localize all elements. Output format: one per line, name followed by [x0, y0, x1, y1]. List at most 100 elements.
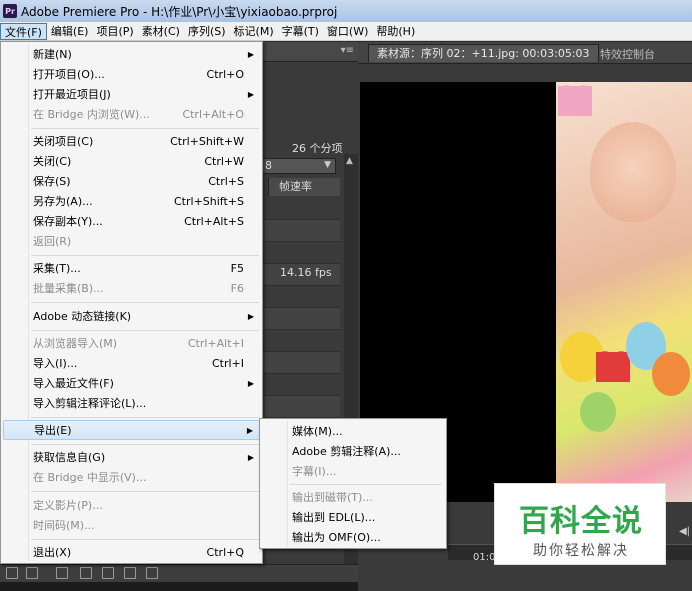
icon-view-icon[interactable] [26, 567, 38, 579]
menu-item-save-as[interactable]: 另存为(A)... Ctrl+Shift+S [3, 191, 260, 211]
menu-title[interactable]: 字幕(T) [278, 23, 323, 40]
project-panel-toolbar [0, 564, 358, 582]
menu-window[interactable]: 窗口(W) [323, 23, 372, 40]
preview-image [556, 82, 692, 502]
table-row[interactable] [262, 308, 340, 330]
menu-item-label: 另存为(A)... [33, 195, 93, 208]
menu-item-import[interactable]: 导入(I)... Ctrl+I [3, 353, 260, 373]
menu-item-label: 保存副本(Y)... [33, 215, 103, 228]
menu-separator [31, 255, 259, 256]
submenu-item-adobe-clip-notes[interactable]: Adobe 剪辑注释(A)... [262, 441, 444, 461]
menu-item-label: Adobe 动态链接(K) [33, 310, 132, 323]
menu-item-shortcut: Ctrl+Q [206, 545, 244, 559]
menu-help[interactable]: 帮助(H) [372, 23, 419, 40]
watermark-title: 百科全说 [519, 504, 643, 539]
search-icon[interactable] [80, 567, 92, 579]
menu-item-exit[interactable]: 退出(X) Ctrl+Q [3, 542, 260, 562]
menu-item-save[interactable]: 保存(S) Ctrl+S [3, 171, 260, 191]
menu-item-label: 定义影片(P)... [33, 499, 103, 512]
table-row[interactable] [262, 374, 340, 396]
submenu-arrow-icon: ▶ [247, 311, 254, 321]
new-item-icon[interactable] [124, 567, 136, 579]
menu-item-get-properties[interactable]: 获取信息自(G) ▶ [3, 447, 260, 467]
menu-separator [31, 491, 259, 492]
menu-clip[interactable]: 素材(C) [138, 23, 184, 40]
menu-item-label: 批量采集(B)... [33, 282, 104, 295]
menu-item-label: 关闭项目(C) [33, 135, 94, 148]
table-row[interactable] [262, 352, 340, 374]
trash-icon[interactable] [146, 567, 158, 579]
bin-dropdown-value: 8 [265, 159, 272, 172]
menu-item-label: 获取信息自(G) [33, 451, 106, 464]
menu-project[interactable]: 项目(P) [92, 23, 137, 40]
heart-decoration [558, 86, 592, 116]
menu-marker[interactable]: 标记(M) [230, 23, 278, 40]
menu-edit[interactable]: 编辑(E) [47, 23, 93, 40]
menu-item-capture[interactable]: 采集(T)... F5 [3, 258, 260, 278]
column-frame-rate[interactable]: 帧速率 [268, 178, 340, 196]
table-row[interactable] [262, 198, 340, 220]
menu-item-open-recent-project[interactable]: 打开最近项目(J) ▶ [3, 84, 260, 104]
automate-icon[interactable] [56, 567, 68, 579]
scroll-up-icon[interactable]: ▲ [346, 156, 353, 166]
menu-separator [31, 302, 259, 303]
menu-item-shortcut: F5 [230, 261, 244, 275]
new-bin-icon[interactable] [102, 567, 114, 579]
menu-item-open-project[interactable]: 打开项目(O)... Ctrl+O [3, 64, 260, 84]
menu-file[interactable]: 文件(F) [0, 22, 47, 40]
menu-item-label: 新建(N) [33, 48, 72, 61]
menu-item-shortcut: Ctrl+Alt+O [182, 107, 244, 121]
menu-sequence[interactable]: 序列(S) [184, 23, 230, 40]
menu-separator [31, 330, 259, 331]
menu-item-label: 导入最近文件(F) [33, 377, 114, 390]
panel-menu-icon[interactable]: ▾≡ [341, 45, 354, 56]
tab-source[interactable]: 素材源：序列 02：+11.jpg: 00:03:05:03 [368, 44, 599, 62]
menu-item-shortcut: Ctrl+O [206, 67, 244, 81]
menu-item-save-copy[interactable]: 保存副本(Y)... Ctrl+Alt+S [3, 211, 260, 231]
list-view-icon[interactable] [6, 567, 18, 579]
menu-item-revert: 返回(R) [3, 231, 260, 251]
timecode: 01:0 [473, 552, 496, 563]
menu-item-label: 返回(R) [33, 235, 72, 248]
menu-item-close-project[interactable]: 关闭项目(C) Ctrl+Shift+W [3, 131, 260, 151]
menu-item-import-recent-file[interactable]: 导入最近文件(F) ▶ [3, 373, 260, 393]
menu-item-label: 在 Bridge 内浏览(W)... [33, 108, 150, 121]
table-row[interactable] [262, 286, 340, 308]
balloon-decoration [652, 352, 690, 396]
submenu-arrow-icon: ▶ [247, 89, 254, 99]
bin-dropdown[interactable]: 8 ▼ [262, 158, 336, 174]
submenu-arrow-icon: ▶ [246, 425, 253, 435]
menu-item-label: 从浏览器导入(M) [33, 337, 118, 350]
tab-effect-controls[interactable]: 特效控制台 [600, 46, 655, 62]
menu-item-label: 导入(I)... [33, 357, 78, 370]
watermark-logo: 百科全说 助你轻松解决 [494, 483, 666, 565]
submenu-item-media[interactable]: 媒体(M)... [262, 421, 444, 441]
menu-item-label: 导入剪辑注释评论(L)... [33, 397, 147, 410]
table-row[interactable] [262, 242, 340, 264]
menu-item-close[interactable]: 关闭(C) Ctrl+W [3, 151, 260, 171]
menu-item-shortcut: Ctrl+Shift+S [174, 194, 244, 208]
menu-item-label: 采集(T)... [33, 262, 81, 275]
file-menu: 新建(N) ▶ 打开项目(O)... Ctrl+O 打开最近项目(J) ▶ 在 … [0, 41, 263, 564]
menu-item-new[interactable]: 新建(N) ▶ [3, 44, 260, 64]
export-submenu: 媒体(M)... Adobe 剪辑注释(A)... 字幕(I)... 输出到磁带… [259, 418, 447, 549]
menu-item-label: 退出(X) [33, 546, 72, 559]
menu-item-export[interactable]: 导出(E) ▶ [3, 420, 260, 440]
menu-item-shortcut: Ctrl+Alt+I [187, 336, 244, 350]
table-row[interactable] [262, 330, 340, 352]
menu-item-import-clip-notes[interactable]: 导入剪辑注释评论(L)... [3, 393, 260, 413]
submenu-item-title: 字幕(I)... [292, 465, 337, 478]
menu-item-reveal-in-bridge: 在 Bridge 中显示(V)... [3, 467, 260, 487]
step-back-icon[interactable]: ◀| [679, 526, 690, 537]
table-row[interactable] [262, 220, 340, 242]
window-title: Adobe Premiere Pro - H:\作业\Pr\小宝\yixiaob… [21, 4, 338, 19]
menu-item-dynamic-link[interactable]: Adobe 动态链接(K) ▶ [3, 306, 260, 326]
menu-item-label: 关闭(C) [33, 155, 72, 168]
submenu-item-export-to-omf[interactable]: 输出为 OMF(O)... [262, 527, 444, 547]
menu-separator [31, 444, 259, 445]
watermark-subtitle: 助你轻松解决 [533, 543, 629, 559]
submenu-item-export-to-edl[interactable]: 输出到 EDL(L)... [262, 507, 444, 527]
menu-item-shortcut: Ctrl+Shift+W [170, 134, 244, 148]
table-row[interactable] [262, 396, 340, 418]
menu-item-shortcut: Ctrl+I [211, 356, 244, 370]
